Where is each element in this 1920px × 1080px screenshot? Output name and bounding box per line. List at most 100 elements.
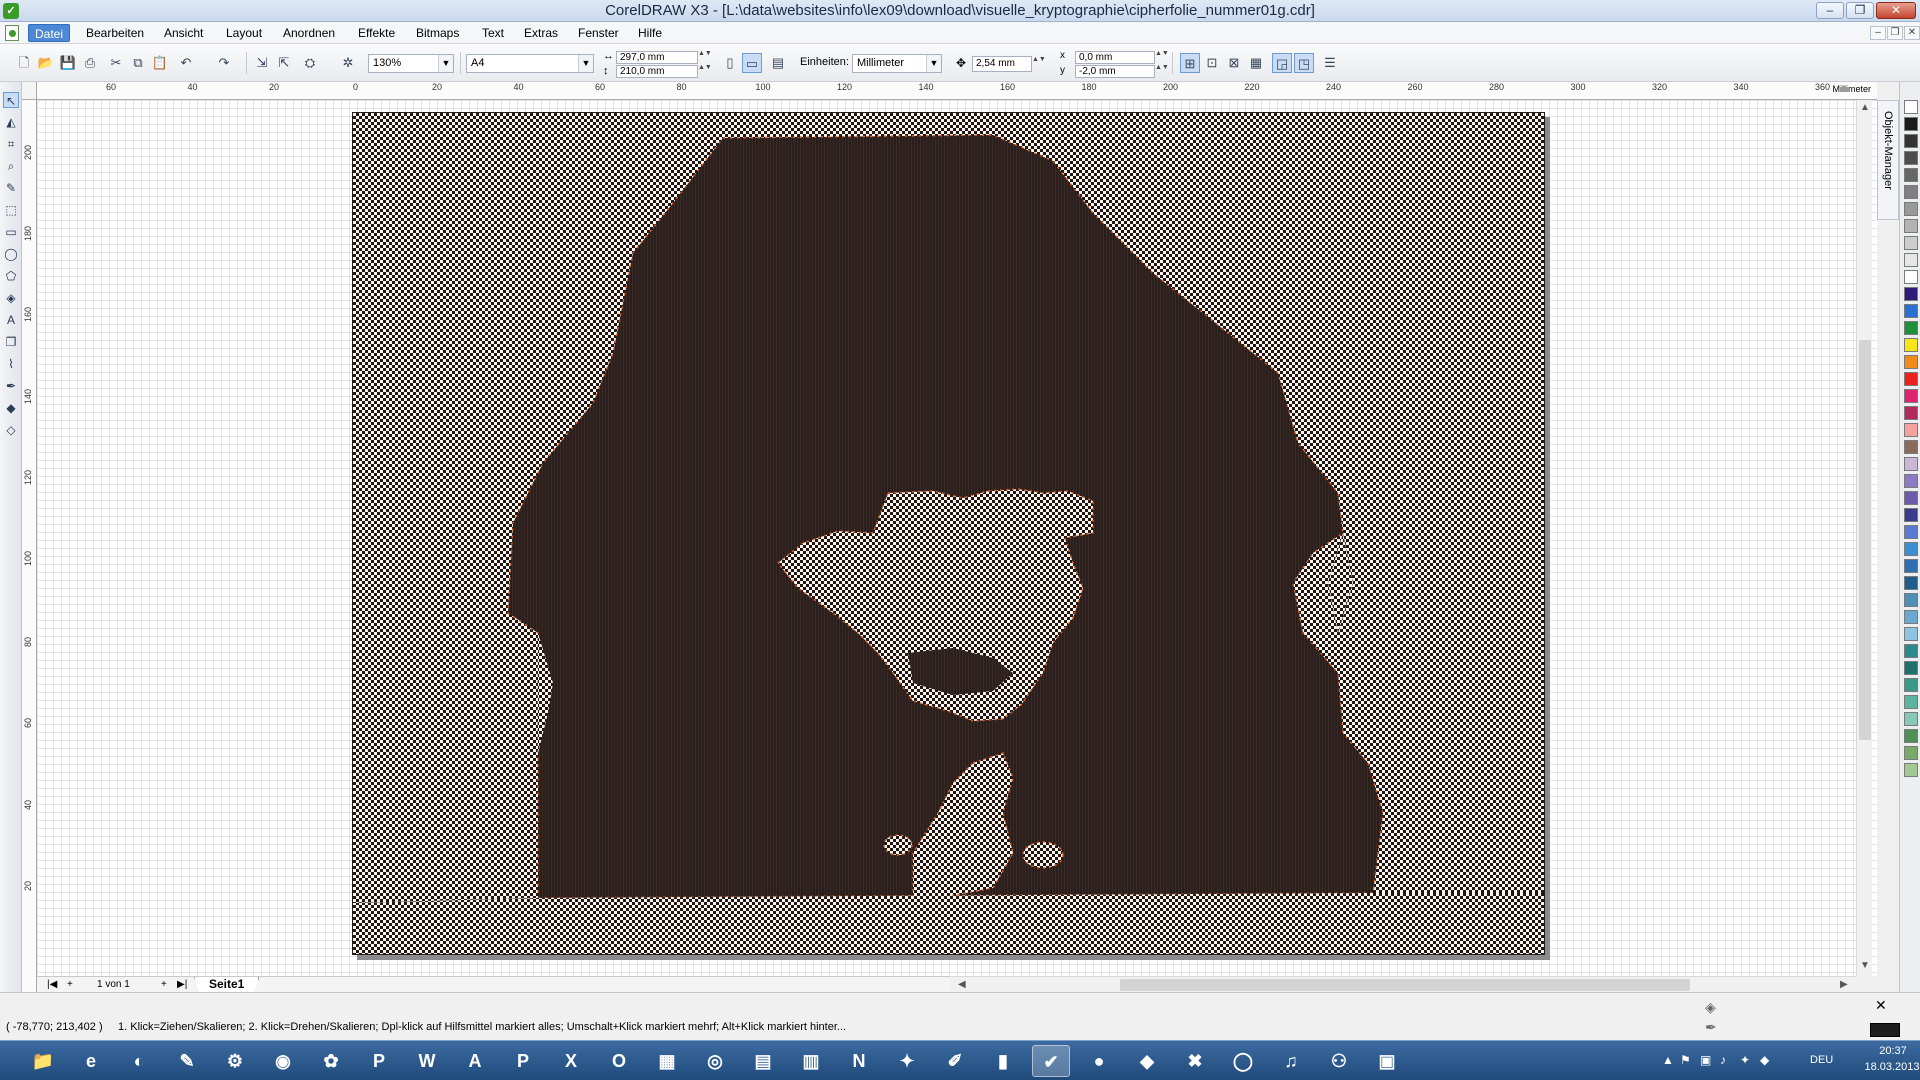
color-swatch[interactable]	[1904, 304, 1918, 318]
volume-icon[interactable]: ♪	[1720, 1053, 1726, 1067]
word-icon[interactable]: W	[408, 1045, 446, 1077]
landscape-icon[interactable]: ▭	[742, 53, 762, 73]
network-icon[interactable]: ▣	[1700, 1053, 1711, 1067]
doc-restore-button[interactable]: ❐	[1887, 26, 1903, 40]
fill-color-swatch[interactable]	[1870, 1023, 1900, 1037]
color-swatch[interactable]	[1904, 661, 1918, 675]
nudge-distance-field[interactable]: 2,54 mm	[972, 56, 1032, 72]
options-icon[interactable]: ☰	[1320, 53, 1340, 73]
app29-icon[interactable]: ▣	[1368, 1045, 1406, 1077]
access-icon[interactable]: A	[456, 1045, 494, 1077]
powerpoint-icon[interactable]: P	[504, 1045, 542, 1077]
corel-icon[interactable]: ✔	[1032, 1045, 1070, 1077]
app15-icon[interactable]: ◎	[696, 1045, 734, 1077]
app19-icon[interactable]: ✦	[888, 1045, 926, 1077]
color-swatch[interactable]	[1904, 610, 1918, 624]
document-icon[interactable]	[5, 25, 19, 41]
app7-icon[interactable]: ✿	[312, 1045, 350, 1077]
export-icon[interactable]: ⇱	[274, 53, 294, 73]
fill-tool-icon[interactable]: ◆	[3, 400, 19, 416]
cut-icon[interactable]: ✂	[106, 53, 126, 73]
clock-date[interactable]: 18.03.2013	[1862, 1061, 1920, 1073]
color-swatch[interactable]	[1904, 627, 1918, 641]
basic-shapes-tool-icon[interactable]: ◈	[3, 290, 19, 306]
object-manager-docker-tab[interactable]: Objekt-Manager	[1877, 100, 1899, 220]
vertical-ruler[interactable]: 200 180 160 140 120 100 80 60 40 20 Millimeter	[22, 100, 37, 992]
color-swatch[interactable]	[1904, 355, 1918, 369]
outline-pen-icon[interactable]: ✒	[1705, 1019, 1717, 1036]
app27-icon[interactable]: ♫	[1272, 1045, 1310, 1077]
color-swatch[interactable]	[1904, 253, 1918, 267]
app21-icon[interactable]: ▮	[984, 1045, 1022, 1077]
color-swatch[interactable]	[1904, 491, 1918, 505]
nudge-spinner[interactable]: ▲▼	[1032, 56, 1046, 70]
page-tab-seite1[interactable]: Seite1	[194, 977, 260, 993]
minimize-button[interactable]: –	[1816, 2, 1844, 19]
app5-icon[interactable]: ⚙	[216, 1045, 254, 1077]
interactive-blend-tool-icon[interactable]: ❐	[3, 334, 19, 350]
scroll-up-icon[interactable]: ▲	[1860, 102, 1870, 113]
tray-app-icon[interactable]: ✦	[1740, 1053, 1750, 1067]
color-swatch[interactable]	[1904, 457, 1918, 471]
color-swatch[interactable]	[1904, 219, 1918, 233]
onenote-icon[interactable]: N	[840, 1045, 878, 1077]
horizontal-scrollbar[interactable]: ◀ ▶	[950, 976, 1856, 992]
app23-icon[interactable]: ●	[1080, 1045, 1118, 1077]
color-swatch[interactable]	[1904, 576, 1918, 590]
units-combo[interactable]: Millimeter ▼	[852, 54, 942, 73]
rectangle-tool-icon[interactable]: ▭	[3, 224, 19, 240]
color-swatch[interactable]	[1904, 474, 1918, 488]
add-page-after-icon[interactable]: +	[161, 978, 167, 992]
open-icon[interactable]: 📂	[36, 53, 56, 73]
drawing-canvas[interactable]	[37, 100, 1877, 976]
snap-to-objects-icon[interactable]: ⊡	[1202, 53, 1222, 73]
undo-icon[interactable]: ↶	[176, 53, 196, 73]
input-language[interactable]: DEU	[1810, 1054, 1833, 1066]
pick-tool-icon[interactable]: ↖	[3, 92, 19, 108]
scroll-right-icon[interactable]: ▶	[1840, 979, 1848, 990]
page-height-field[interactable]: 210,0 mm	[616, 65, 698, 78]
shape-tool-icon[interactable]: ◭	[3, 114, 19, 130]
chevron-down-icon[interactable]: ▼	[578, 55, 593, 72]
color-swatch[interactable]	[1904, 372, 1918, 386]
snap-to-guidelines-icon[interactable]: ⊠	[1224, 53, 1244, 73]
app4-icon[interactable]: ✎	[168, 1045, 206, 1077]
first-page-icon[interactable]: |◀	[47, 978, 57, 992]
menu-hilfe[interactable]: Hilfe	[632, 24, 668, 42]
scroll-down-icon[interactable]: ▼	[1860, 960, 1870, 971]
app24-icon[interactable]: ◆	[1128, 1045, 1166, 1077]
color-swatch[interactable]	[1904, 593, 1918, 607]
vertical-scroll-thumb[interactable]	[1859, 340, 1871, 740]
color-swatch[interactable]	[1904, 168, 1918, 182]
menu-effekte[interactable]: Effekte	[352, 24, 401, 42]
eyedropper-tool-icon[interactable]: ⌇	[3, 356, 19, 372]
dynamic-guides-icon[interactable]: ◲	[1272, 53, 1292, 73]
interactive-fill-tool-icon[interactable]: ◇	[3, 422, 19, 438]
color-swatch[interactable]	[1904, 117, 1918, 131]
chevron-down-icon[interactable]: ▼	[926, 55, 941, 72]
ellipse-tool-icon[interactable]: ◯	[3, 246, 19, 262]
color-swatch[interactable]	[1904, 644, 1918, 658]
app3-icon[interactable]: ◐	[120, 1045, 158, 1077]
excel-icon[interactable]: X	[552, 1045, 590, 1077]
color-swatch[interactable]	[1904, 712, 1918, 726]
color-swatch[interactable]	[1904, 525, 1918, 539]
dup-x-spinner[interactable]: ▲▼	[1155, 50, 1169, 64]
color-swatch[interactable]	[1904, 678, 1918, 692]
publisher-icon[interactable]: P	[360, 1045, 398, 1077]
menu-bearbeiten[interactable]: Bearbeiten	[80, 24, 150, 42]
clock-time[interactable]: 20:37	[1868, 1045, 1918, 1057]
explorer-icon[interactable]: 📁	[24, 1045, 62, 1077]
app20-icon[interactable]: ✐	[936, 1045, 974, 1077]
text-tool-icon[interactable]: A	[3, 312, 19, 328]
app16-icon[interactable]: ▤	[744, 1045, 782, 1077]
color-swatch[interactable]	[1904, 695, 1918, 709]
chevron-down-icon[interactable]: ▼	[438, 55, 453, 72]
color-swatch[interactable]	[1904, 423, 1918, 437]
color-swatch[interactable]	[1904, 151, 1918, 165]
scroll-left-icon[interactable]: ◀	[958, 979, 966, 990]
app25-icon[interactable]: ✖	[1176, 1045, 1214, 1077]
paste-icon[interactable]: 📋	[150, 53, 170, 73]
menu-layout[interactable]: Layout	[220, 24, 268, 42]
app26-icon[interactable]: ◯	[1224, 1045, 1262, 1077]
